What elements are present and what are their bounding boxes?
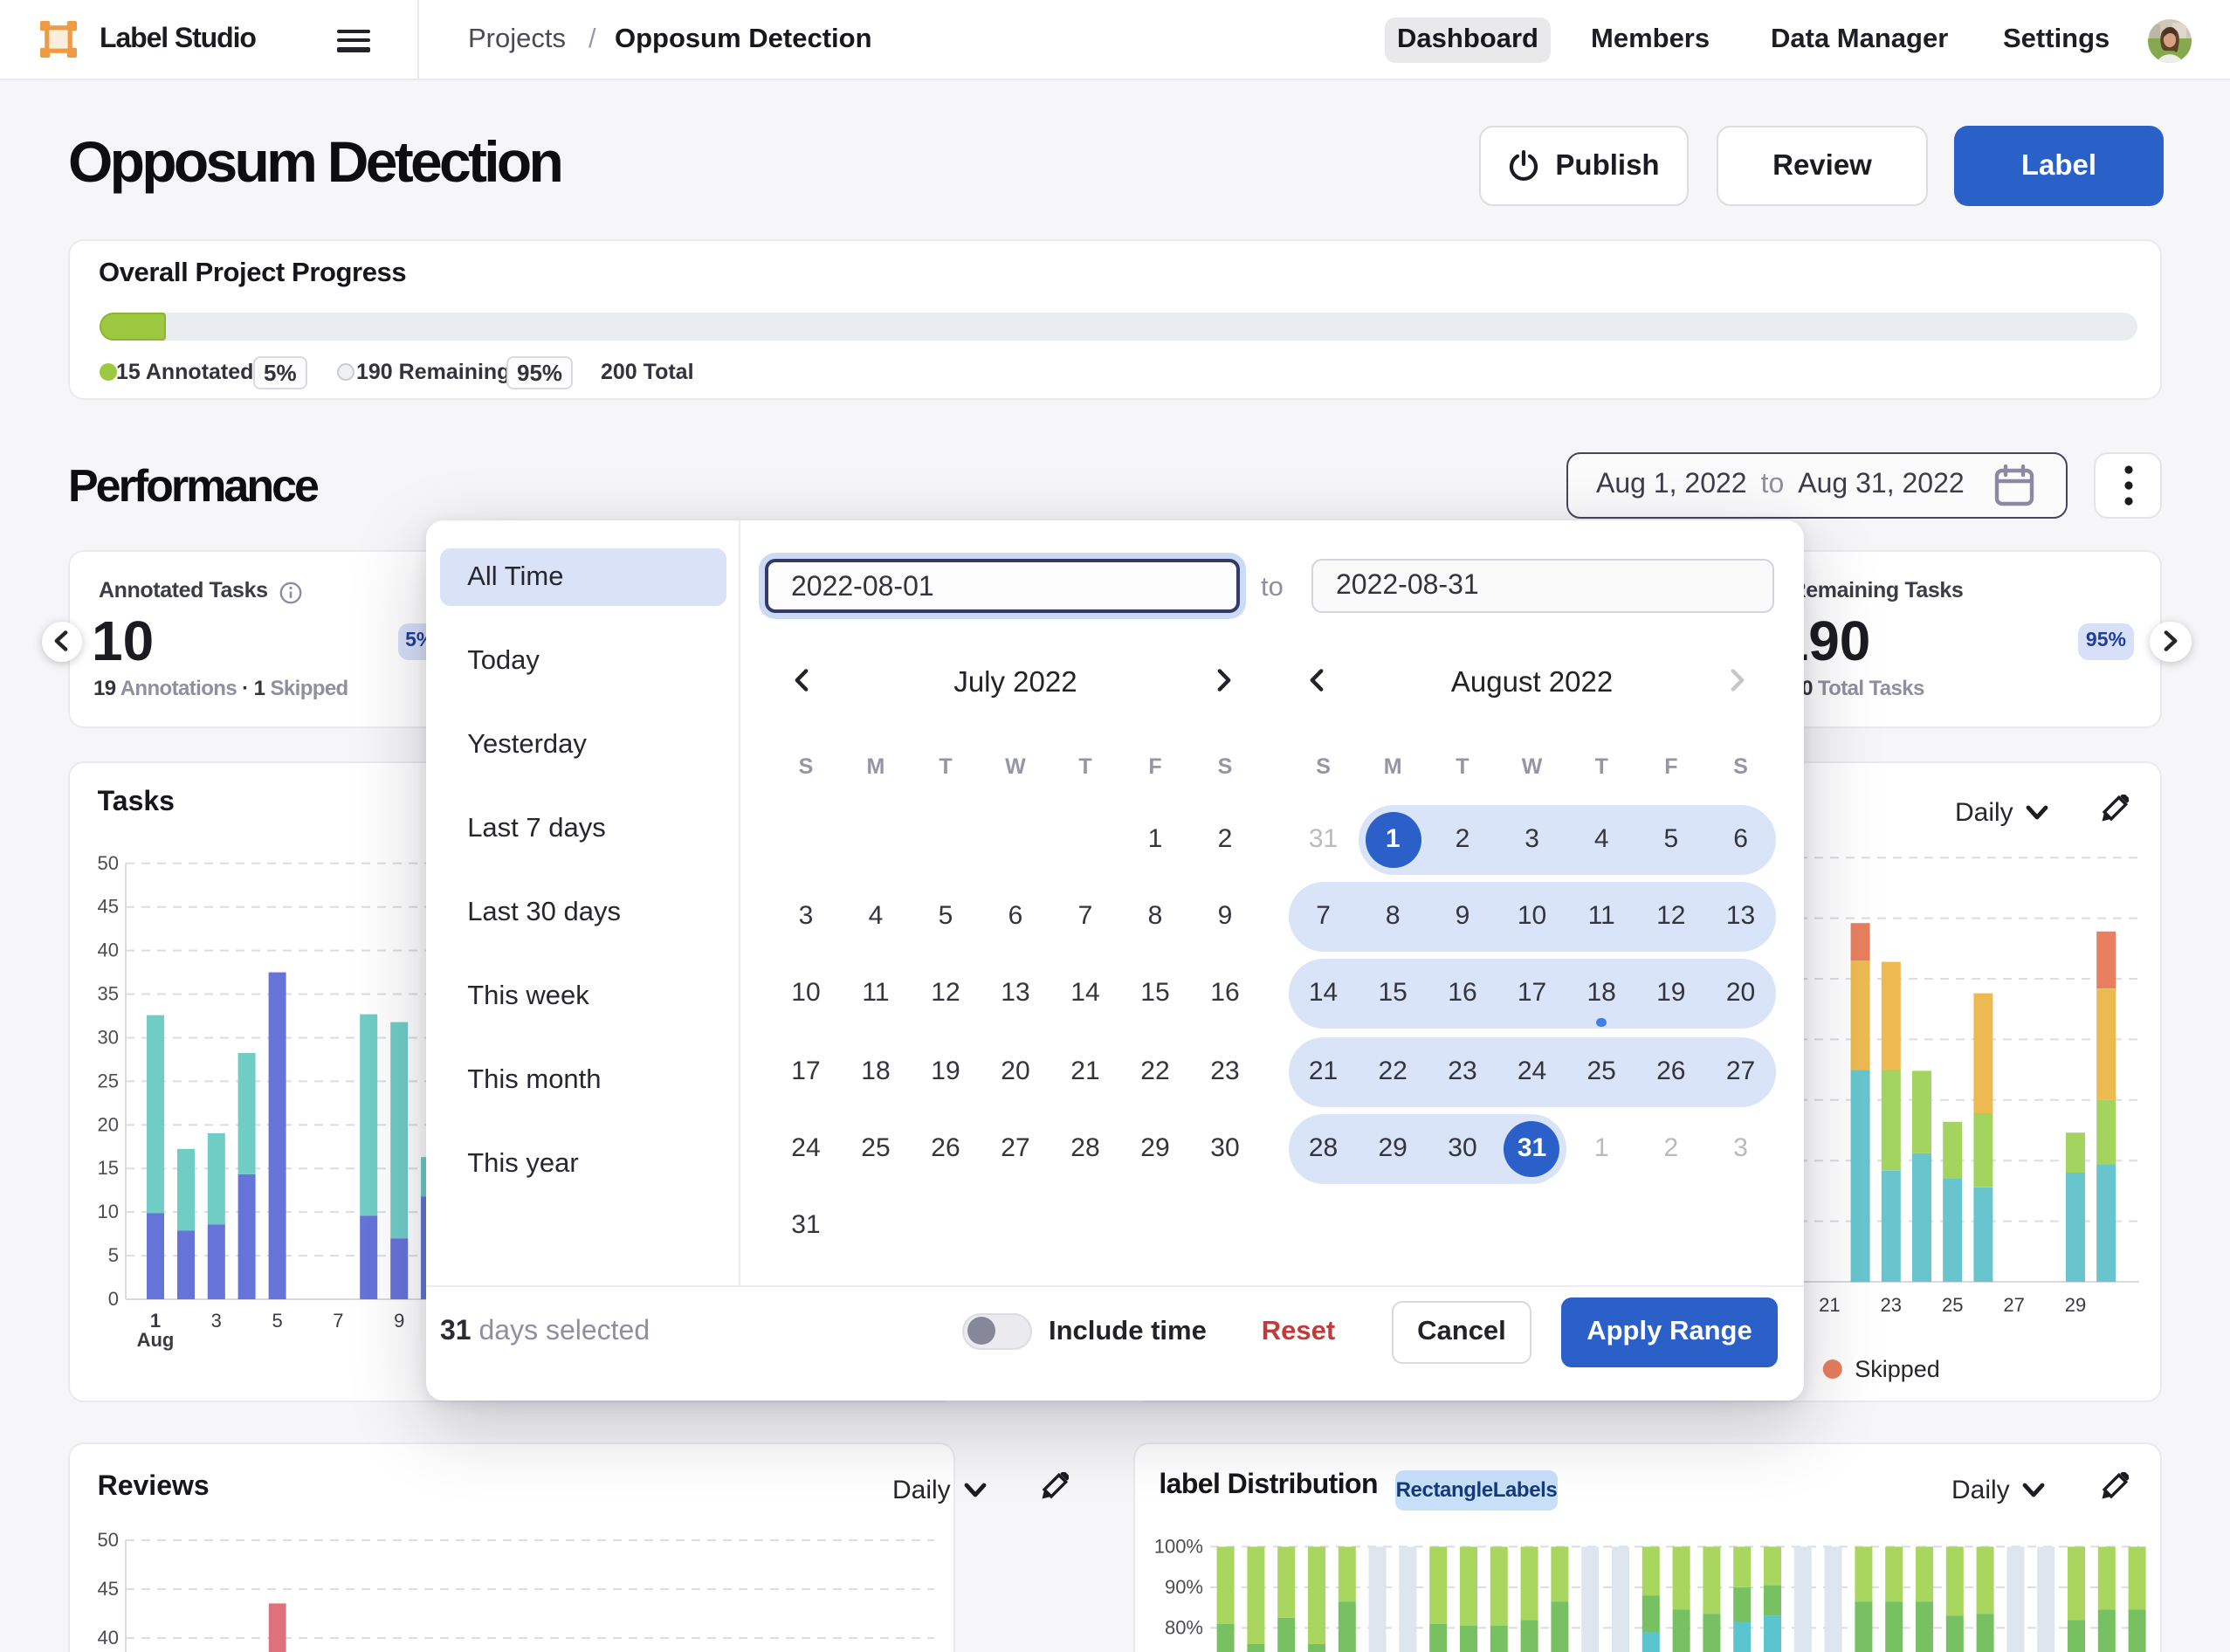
svg-text:80%: 80% (1164, 1616, 1202, 1638)
svg-text:25: 25 (98, 1070, 119, 1091)
svg-text:90%: 90% (1164, 1576, 1202, 1598)
svg-text:35: 35 (98, 983, 119, 1005)
svg-text:29: 29 (2064, 1294, 2085, 1316)
svg-text:5: 5 (108, 1244, 119, 1266)
svg-text:50: 50 (98, 852, 119, 874)
svg-text:27: 27 (2003, 1294, 2024, 1316)
svg-text:40: 40 (98, 940, 119, 961)
svg-text:30: 30 (98, 1026, 119, 1048)
svg-text:Aug: Aug (137, 1329, 175, 1351)
svg-text:23: 23 (1880, 1294, 1901, 1316)
svg-text:9: 9 (394, 1310, 404, 1332)
svg-text:45: 45 (98, 1578, 119, 1600)
svg-text:21: 21 (1818, 1294, 1839, 1316)
svg-text:40: 40 (98, 1627, 119, 1649)
svg-text:0: 0 (108, 1288, 119, 1310)
svg-text:10: 10 (98, 1201, 119, 1222)
svg-text:100%: 100% (1153, 1535, 1202, 1557)
svg-text:25: 25 (1941, 1294, 1962, 1316)
svg-text:3: 3 (211, 1310, 222, 1332)
svg-text:15: 15 (98, 1157, 119, 1179)
svg-text:5: 5 (272, 1310, 282, 1332)
svg-text:Skipped: Skipped (1854, 1356, 1939, 1382)
svg-text:7: 7 (333, 1310, 343, 1332)
svg-text:45: 45 (98, 896, 119, 918)
svg-text:50: 50 (98, 1529, 119, 1551)
svg-text:20: 20 (98, 1113, 119, 1135)
